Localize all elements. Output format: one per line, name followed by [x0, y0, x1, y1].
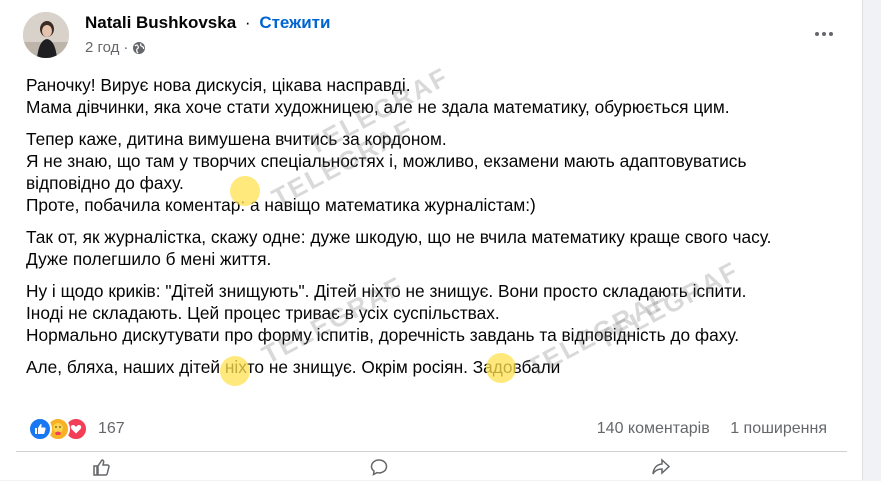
paragraph-2: Тепер каже, дитина вимушена вчитись за к… — [26, 128, 856, 216]
text-line: відповідно до фаху. — [26, 173, 184, 193]
like-icon — [28, 417, 52, 441]
text-line: Але, бляха, наших дітей ніхто не знищує.… — [26, 357, 561, 377]
engagement-stats: 140 коментарів 1 поширення — [597, 418, 827, 440]
globe-icon[interactable] — [132, 41, 146, 55]
post-time[interactable]: 2 год — [85, 38, 119, 58]
text-line: Проте, побачила коментар: а навіщо матем… — [26, 195, 536, 215]
reactions-summary[interactable]: 167 — [28, 417, 125, 441]
comments-count-link[interactable]: 140 коментарів — [597, 420, 710, 437]
divider — [16, 451, 847, 452]
meta-separator: · — [123, 39, 129, 56]
paragraph-4: Ну і щодо криків: "Дітей знищують". Діте… — [26, 280, 856, 346]
text-line: Іноді не складають. Цей процес триває в … — [26, 303, 500, 323]
paragraph-1: Раночку! Вирує нова дискусія, цікава нас… — [26, 74, 856, 118]
text-line: Дуже полегшило б мені життя. — [26, 249, 272, 269]
comment-action-icon[interactable] — [370, 458, 388, 476]
post-header: Natali Bushkovska · Стежити — [85, 12, 330, 34]
avatar-photo — [23, 12, 69, 58]
text-line: Нормально дискутувати про форму іспитів,… — [26, 325, 740, 345]
more-options-icon[interactable] — [808, 22, 840, 46]
post-actions-bar — [16, 456, 847, 476]
text-line: Так от, як журналістка, скажу одне: дуже… — [26, 227, 772, 247]
text-line: Тепер каже, дитина вимушена вчитись за к… — [26, 129, 447, 149]
post-meta: 2 год · — [85, 38, 146, 58]
text-line: Раночку! Вирує нова дискусія, цікава нас… — [26, 75, 411, 95]
reaction-count: 167 — [98, 420, 125, 437]
like-action-icon[interactable] — [92, 458, 110, 476]
paragraph-3: Так от, як журналістка, скажу одне: дуже… — [26, 226, 856, 270]
text-line: Ну і щодо криків: "Дітей знищують". Діте… — [26, 281, 747, 301]
text-line: Я не знаю, що там у творчих спеціальност… — [26, 151, 747, 171]
header-separator: · — [244, 13, 251, 32]
follow-button[interactable]: Стежити — [259, 13, 330, 32]
post-card: Natali Bushkovska · Стежити 2 год · Рано… — [0, 0, 863, 480]
paragraph-5: Але, бляха, наших дітей ніхто не знищує.… — [26, 356, 856, 378]
text-line: Мама дівчинки, яка хоче стати художницею… — [26, 97, 730, 117]
post-body: Раночку! Вирує нова дискусія, цікава нас… — [26, 74, 856, 388]
avatar[interactable] — [23, 12, 69, 58]
share-action-icon[interactable] — [652, 458, 671, 476]
author-name[interactable]: Natali Bushkovska — [85, 13, 236, 32]
shares-count-link[interactable]: 1 поширення — [730, 420, 827, 437]
